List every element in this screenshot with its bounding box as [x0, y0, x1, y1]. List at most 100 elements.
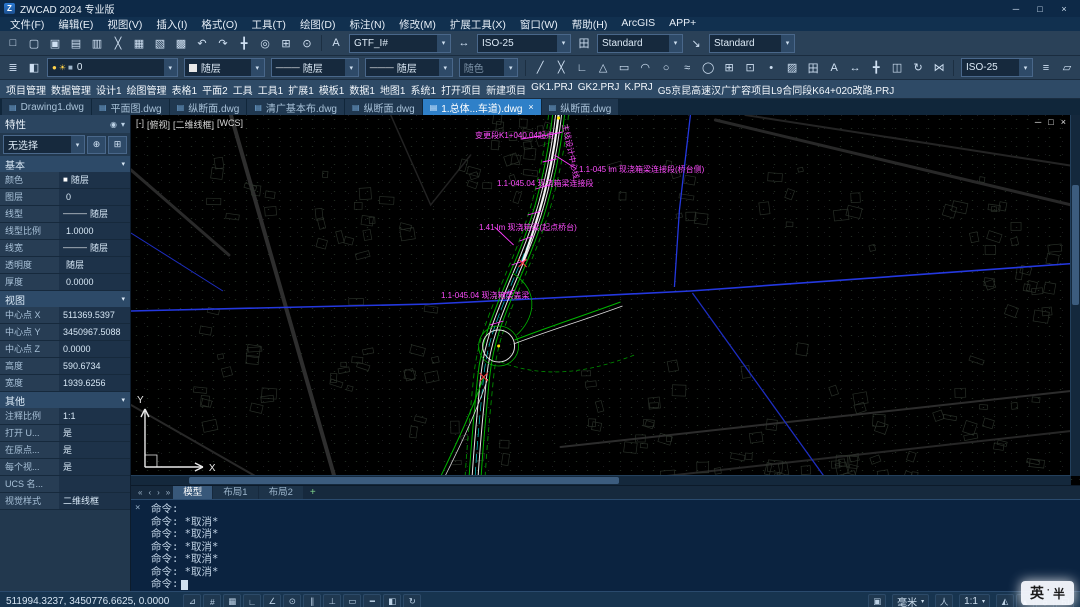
viewport-control-menu[interactable]: [-] — [136, 118, 144, 131]
infer-constraints-toggle[interactable]: ⊿ — [183, 594, 201, 607]
ucs-indicator-label[interactable]: [WCS] — [217, 118, 243, 131]
project-bar-item[interactable]: GK1.PRJ — [531, 82, 573, 97]
project-bar-item[interactable]: 工具 — [233, 82, 253, 97]
document-tab[interactable]: ▤ 纵断面.dwg × — [345, 99, 422, 115]
dimension-icon[interactable]: ↔ — [845, 58, 865, 78]
redo-icon[interactable]: ↷ — [213, 33, 233, 53]
mleader-style-dropdown[interactable]: Standard ▾ — [709, 34, 795, 53]
project-bar-item[interactable]: 项目管理 — [6, 82, 46, 97]
zoom-previous-icon[interactable]: ⊙ — [297, 33, 317, 53]
property-value[interactable]: ■ 随层 — [59, 172, 130, 188]
copy-icon[interactable]: ▦ — [129, 33, 149, 53]
document-tab[interactable]: ▤ 纵断面.dwg × — [542, 99, 619, 115]
menu-item[interactable]: 标注(N) — [343, 17, 393, 31]
print-preview-icon[interactable]: ▥ — [87, 33, 107, 53]
property-value[interactable]: 是 — [59, 459, 130, 475]
layout-tab[interactable]: 布局1 — [213, 486, 257, 499]
project-bar-item[interactable]: 地图1 — [380, 82, 406, 97]
revision-cloud-icon[interactable]: ≈ — [677, 58, 697, 78]
pan-icon[interactable]: ╋ — [234, 33, 254, 53]
dim-edit-icon[interactable]: ▱ — [1057, 58, 1077, 78]
circle-icon[interactable]: ○ — [656, 58, 676, 78]
view-direction-control[interactable]: [俯视] — [147, 118, 170, 131]
auto-hide-pin-icon[interactable]: ◉ — [110, 120, 117, 129]
zoom-realtime-icon[interactable]: ◎ — [255, 33, 275, 53]
layer-states-icon[interactable]: ◧ — [24, 58, 44, 78]
scrollbar-thumb[interactable] — [189, 477, 619, 484]
drawing-viewport[interactable]: X Y — [131, 115, 1080, 485]
object-snap-tracking-toggle[interactable]: ∥ — [303, 594, 321, 607]
project-bar-item[interactable]: 系统1 — [411, 82, 437, 97]
object-snap-toggle[interactable]: ⊙ — [283, 594, 301, 607]
match-properties-icon[interactable]: ▩ — [171, 33, 191, 53]
layer-dropdown[interactable]: ●☀■ 0 ▾ — [47, 58, 178, 77]
construction-line-icon[interactable]: ╳ — [551, 58, 571, 78]
project-bar-item[interactable]: 绘图管理 — [127, 82, 167, 97]
project-bar-item[interactable]: 打开项目 — [441, 82, 481, 97]
paste-icon[interactable]: ▧ — [150, 33, 170, 53]
annotation-visibility-icon[interactable]: ◭ — [996, 594, 1014, 607]
rotate-icon[interactable]: ↻ — [908, 58, 928, 78]
hatch-icon[interactable]: ▨ — [782, 58, 802, 78]
vertical-scrollbar[interactable] — [1070, 115, 1080, 476]
property-value[interactable]: 0.0000 — [59, 341, 130, 357]
rectangle-icon[interactable]: ▭ — [614, 58, 634, 78]
property-value[interactable] — [59, 476, 130, 492]
doc-minimize-icon[interactable]: ─ — [1035, 117, 1041, 127]
text-style-dropdown[interactable]: GTF_I# ▾ — [349, 34, 451, 53]
point-icon[interactable]: • — [761, 58, 781, 78]
project-bar-item[interactable]: G5京昆高速汉广扩容项目L9合同段K64+020改路.PRJ — [658, 82, 894, 97]
property-value[interactable]: 二维线框 — [59, 493, 130, 509]
document-tab[interactable]: ▤ Drawing1.dwg × — [2, 99, 91, 115]
copy-object-icon[interactable]: ◫ — [887, 58, 907, 78]
quick-select-icon[interactable]: ⊞ — [108, 136, 127, 154]
annotation-scale-icon[interactable]: 人 — [935, 594, 953, 607]
property-value[interactable]: 是 — [59, 425, 130, 441]
lineweight-display-toggle[interactable]: ━ — [363, 594, 381, 607]
menu-item[interactable]: 编辑(E) — [51, 17, 100, 31]
color-dropdown[interactable]: 随层 ▾ — [184, 58, 265, 77]
scrollbar-thumb[interactable] — [1072, 185, 1079, 305]
ellipse-icon[interactable]: ◯ — [698, 58, 718, 78]
snap-toggle[interactable]: # — [203, 594, 221, 607]
polygon-icon[interactable]: △ — [593, 58, 613, 78]
menu-item[interactable]: ArcGIS — [614, 17, 662, 31]
property-value[interactable]: 511369.5397 — [59, 307, 130, 323]
table-style-icon[interactable]: 田 — [574, 33, 594, 53]
menu-item[interactable]: 绘图(D) — [293, 17, 343, 31]
polar-tracking-toggle[interactable]: ∠ — [263, 594, 281, 607]
annotation-scale-dropdown[interactable]: 1:1 ▾ — [959, 594, 990, 607]
panel-menu-icon[interactable]: ▾ — [121, 120, 125, 129]
menu-item[interactable]: 窗口(W) — [513, 17, 565, 31]
property-value[interactable]: 3450967.5088 — [59, 324, 130, 340]
property-value[interactable]: 随层 — [59, 257, 130, 273]
plot-style-dropdown[interactable]: 随色 ▾ — [459, 58, 519, 77]
close-tab-icon[interactable]: × — [528, 102, 533, 112]
mirror-icon[interactable]: ⋈ — [929, 58, 949, 78]
grid-toggle[interactable]: ▦ — [223, 594, 241, 607]
command-close-icon[interactable]: × — [135, 503, 140, 513]
property-value[interactable]: 1:1 — [59, 408, 130, 424]
dynamic-ucs-toggle[interactable]: ⊥ — [323, 594, 341, 607]
menu-item[interactable]: 视图(V) — [100, 17, 149, 31]
layout-nav-icon[interactable]: » — [163, 488, 173, 497]
dim-update-icon[interactable]: ≡ — [1036, 58, 1056, 78]
document-tab[interactable]: ▤ 纵断面.dwg × — [170, 99, 247, 115]
table-icon[interactable]: 田 — [803, 58, 823, 78]
doc-close-icon[interactable]: × — [1061, 117, 1066, 127]
property-value[interactable]: 0.0000 — [59, 274, 130, 290]
menu-item[interactable]: 工具(T) — [245, 17, 293, 31]
layout-nav-icon[interactable]: « — [135, 488, 145, 497]
selection-filter-dropdown[interactable]: 无选择 ▾ — [3, 135, 85, 154]
property-value[interactable]: 1939.6256 — [59, 375, 130, 391]
polyline-icon[interactable]: ∟ — [572, 58, 592, 78]
menu-item[interactable]: 修改(M) — [392, 17, 443, 31]
project-bar-item[interactable]: 工具1 — [258, 82, 284, 97]
visual-style-control[interactable]: [二维线框] — [173, 118, 214, 131]
section-header-other[interactable]: 其他 ▾ — [0, 392, 130, 408]
project-bar-item[interactable]: 设计1 — [96, 82, 122, 97]
property-value[interactable]: ——— 随层 — [59, 240, 130, 256]
make-block-icon[interactable]: ⊡ — [740, 58, 760, 78]
layout-tab[interactable]: 模型 — [173, 486, 212, 499]
section-header-basic[interactable]: 基本 ▾ — [0, 156, 130, 172]
